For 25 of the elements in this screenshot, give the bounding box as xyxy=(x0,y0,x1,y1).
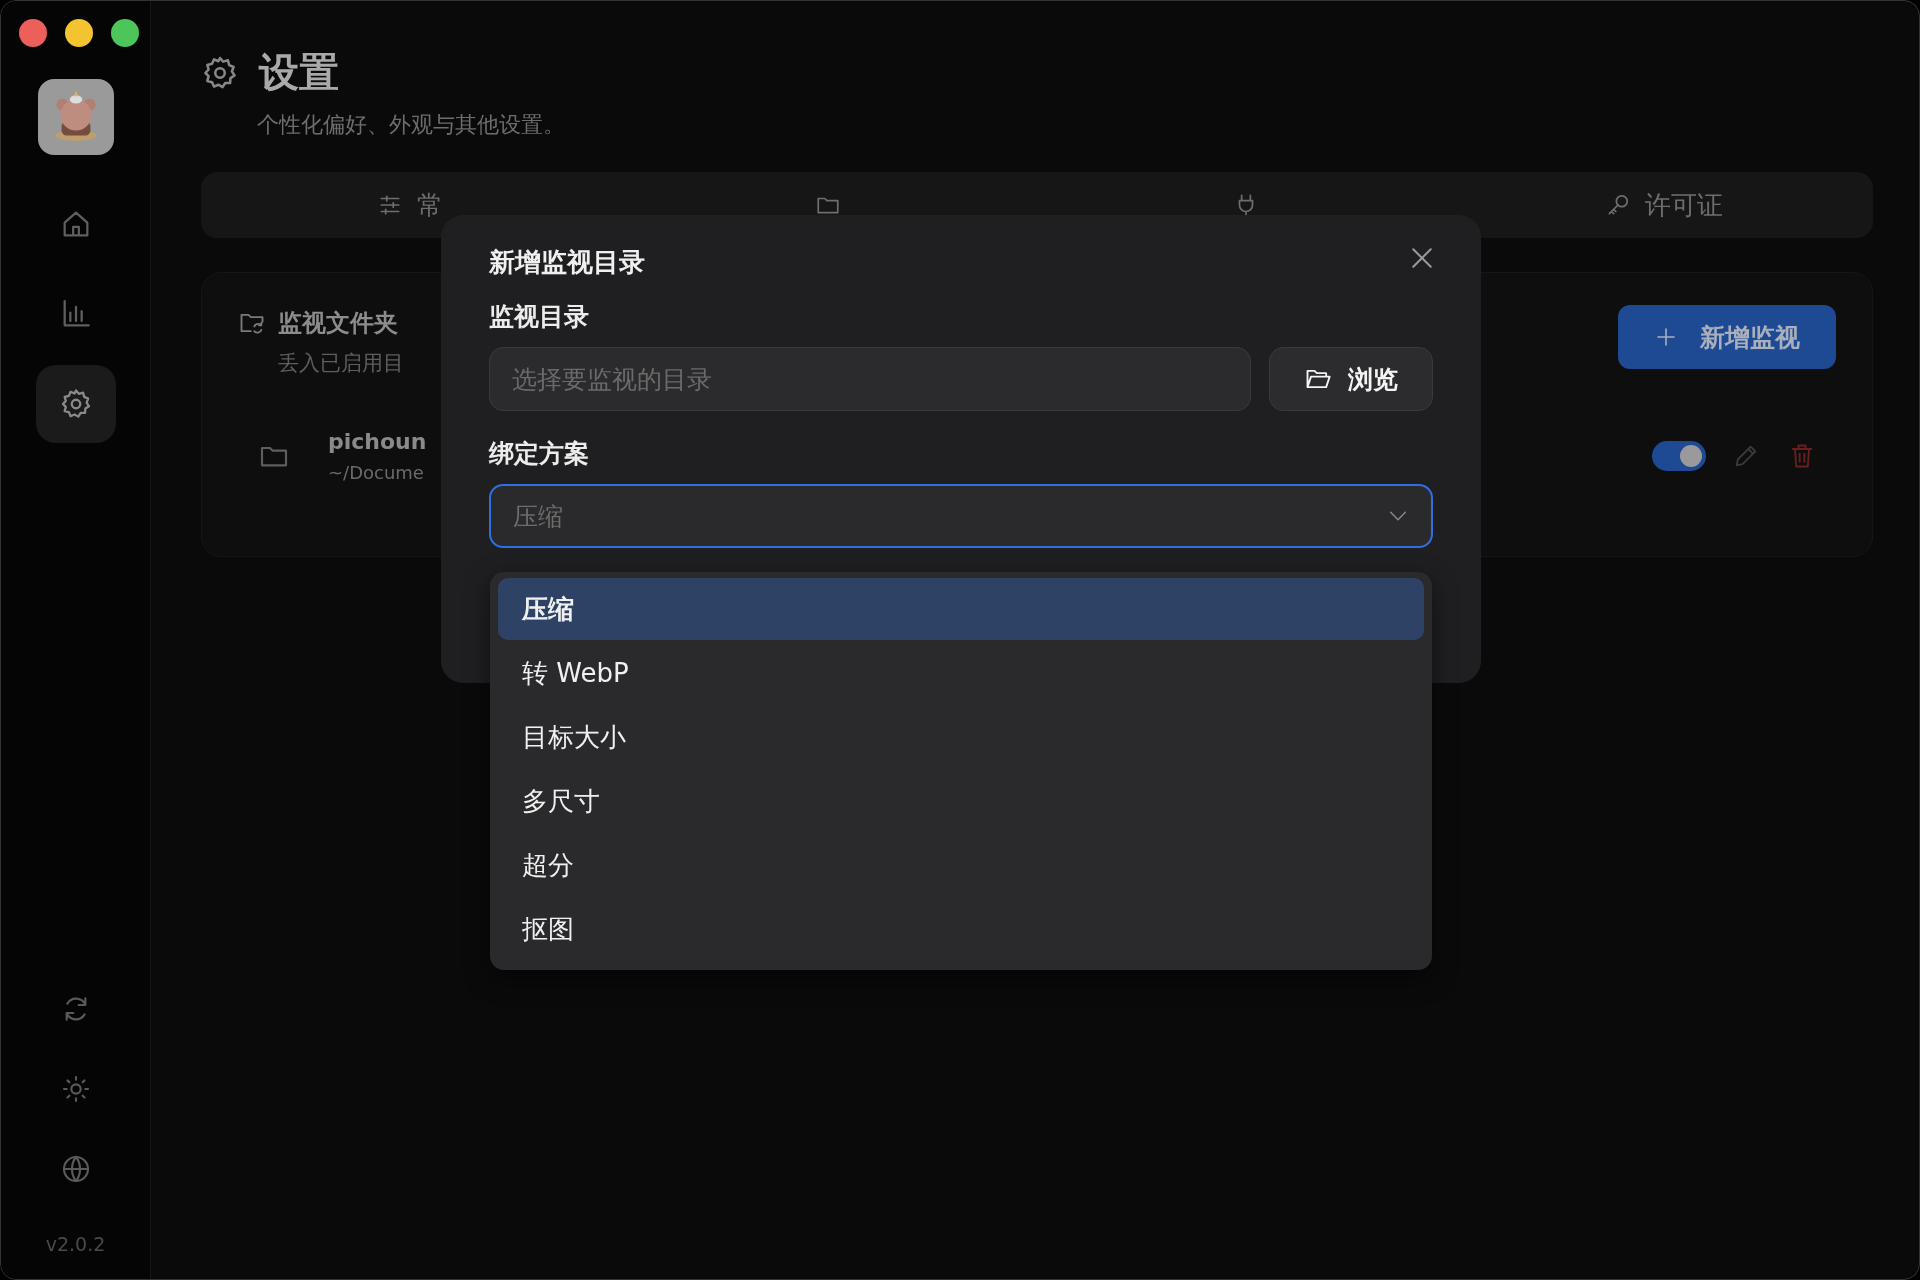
card-subtitle: 丢入已启用目 xyxy=(278,350,404,377)
add-watch-button[interactable]: 新增监视 xyxy=(1618,305,1836,369)
menu-item[interactable]: 压缩 xyxy=(498,578,1424,640)
tab[interactable]: 许可证 xyxy=(1455,172,1873,238)
menu-item[interactable]: 转 WebP xyxy=(498,642,1424,704)
page-subtitle: 个性化偏好、外观与其他设置。 xyxy=(257,111,566,139)
menu-item[interactable]: 多尺寸 xyxy=(498,770,1424,832)
page-title: 设置 xyxy=(259,48,339,97)
field-label: 监视目录 xyxy=(489,301,590,333)
field-label: 绑定方案 xyxy=(489,438,590,470)
tab[interactable]: 常 xyxy=(201,172,619,238)
directory-field[interactable]: 选择要监视的目录 xyxy=(489,347,1251,411)
dialog-title: 新增监视目录 xyxy=(489,246,645,279)
folder-path: ~/Docume xyxy=(328,462,425,483)
card-title: 监视文件夹 xyxy=(278,308,398,339)
menu-item[interactable]: 超分 xyxy=(498,834,1424,896)
folder-name: pichoun xyxy=(328,429,427,454)
browse-button[interactable]: 浏览 xyxy=(1269,347,1433,411)
nav-item[interactable] xyxy=(35,365,116,443)
version-label: v2.0.2 xyxy=(45,1233,106,1255)
menu-item[interactable]: 抠图 xyxy=(498,898,1424,960)
menu-item[interactable]: 目标大小 xyxy=(498,706,1424,768)
key-icon xyxy=(1605,192,1631,218)
plus-icon xyxy=(1654,325,1678,349)
toggle-switch[interactable] xyxy=(1652,441,1706,471)
